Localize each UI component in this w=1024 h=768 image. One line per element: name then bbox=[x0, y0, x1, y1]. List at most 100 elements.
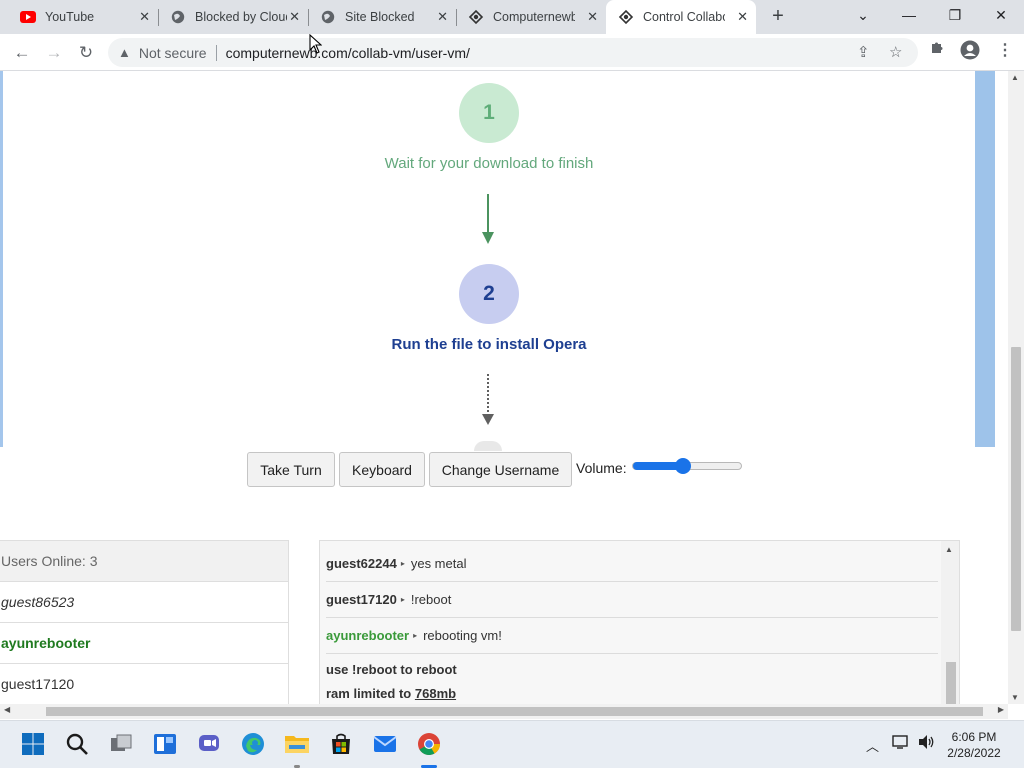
more-menu-icon[interactable]: ⋮ bbox=[997, 40, 1013, 60]
divider bbox=[215, 44, 217, 61]
warning-triangle-icon[interactable]: ▲ bbox=[118, 45, 131, 60]
new-tab-plus-icon[interactable]: + bbox=[766, 5, 790, 28]
arrow-down-solid-head bbox=[482, 232, 494, 244]
globe-icon bbox=[320, 9, 336, 25]
tab-title: Computernewb bbox=[493, 10, 575, 24]
system-message: use !reboot to reboot bbox=[326, 662, 457, 677]
microsoft-store-icon[interactable] bbox=[328, 731, 354, 757]
reload-icon[interactable]: ↻ bbox=[74, 41, 98, 65]
tab-blocked-cloudflare[interactable]: Blocked by Cloudflare ✕ bbox=[158, 0, 309, 34]
scroll-right-arrow-icon[interactable]: ▶ bbox=[998, 705, 1004, 714]
step3-circle-partial bbox=[474, 441, 502, 451]
omnibox[interactable]: ▲ Not secure computernewb.com/collab-vm/… bbox=[108, 38, 918, 67]
page-horizontal-scrollbar[interactable]: ◀ ▶ bbox=[0, 704, 1008, 719]
forward-arrow-icon[interactable]: → bbox=[42, 41, 66, 65]
close-tab-icon[interactable]: ✕ bbox=[737, 9, 748, 25]
change-username-button[interactable]: Change Username bbox=[429, 452, 572, 487]
chat-scrollbar[interactable]: ▲ bbox=[941, 541, 959, 704]
chat-message: guest62244 ▸ yes metal bbox=[326, 546, 938, 582]
share-icon[interactable]: ⇪ bbox=[857, 43, 870, 61]
tab-computernewb[interactable]: Computernewb ✕ bbox=[456, 0, 606, 34]
user-list-item[interactable]: guest86523 bbox=[0, 582, 288, 623]
scroll-up-arrow-icon[interactable]: ▲ bbox=[945, 545, 953, 554]
tab-site-blocked[interactable]: Site Blocked ✕ bbox=[308, 0, 457, 34]
windows-start-icon[interactable] bbox=[20, 731, 46, 757]
clock-time: 6:06 PM bbox=[951, 730, 997, 744]
widgets-icon[interactable] bbox=[152, 731, 178, 757]
keyboard-button[interactable]: Keyboard bbox=[339, 452, 425, 487]
profile-avatar-icon[interactable] bbox=[960, 40, 980, 65]
page-content: 1 Wait for your download to finish 2 Run… bbox=[0, 71, 1008, 704]
system-message: ram limited to 768mb bbox=[326, 686, 456, 701]
toolbar: ← → ↻ ▲ Not secure computernewb.com/coll… bbox=[0, 34, 1024, 71]
show-hidden-icons-chevron-icon[interactable]: ︿ bbox=[866, 736, 879, 755]
bookmark-star-icon[interactable]: ☆ bbox=[889, 43, 902, 61]
computernewb-icon bbox=[468, 9, 484, 25]
chat-text: rebooting vm! bbox=[423, 628, 502, 643]
clock-date: 2/28/2022 bbox=[947, 746, 1001, 760]
scroll-down-arrow-icon[interactable]: ▼ bbox=[1011, 693, 1019, 702]
volume-label: Volume: bbox=[576, 460, 627, 476]
chat-username[interactable]: ayunrebooter bbox=[326, 628, 409, 643]
file-explorer-icon[interactable] bbox=[284, 731, 310, 757]
edge-browser-icon[interactable] bbox=[240, 731, 266, 757]
mail-icon[interactable] bbox=[372, 731, 398, 757]
chat-username[interactable]: guest62244 bbox=[326, 556, 397, 571]
security-label[interactable]: Not secure bbox=[139, 45, 207, 61]
chat-panel[interactable]: guest62244 ▸ yes metal guest17120 ▸ !reb… bbox=[319, 540, 960, 704]
tab-youtube[interactable]: YouTube ✕ bbox=[8, 0, 159, 34]
chat-scroll-thumb[interactable] bbox=[946, 662, 956, 704]
globe-icon bbox=[170, 9, 186, 25]
page-scroll-thumb[interactable] bbox=[1011, 347, 1021, 631]
scroll-up-arrow-icon[interactable]: ▲ bbox=[1011, 73, 1019, 82]
close-tab-icon[interactable]: ✕ bbox=[587, 9, 598, 25]
user-list-item[interactable]: ayunrebooter bbox=[0, 623, 288, 664]
chrome-browser-icon[interactable] bbox=[416, 731, 442, 757]
page-hscroll-thumb[interactable] bbox=[46, 707, 983, 716]
computernewb-icon bbox=[618, 9, 634, 25]
system-clock[interactable]: 6:06 PM 2/28/2022 bbox=[944, 729, 1004, 761]
chat-username[interactable]: guest17120 bbox=[326, 592, 397, 607]
chat-text: !reboot bbox=[410, 592, 452, 607]
tab-title: Control Collaborative bbox=[643, 10, 725, 24]
arrow-down-dotted-head bbox=[482, 414, 494, 425]
scroll-left-arrow-icon[interactable]: ◀ bbox=[4, 705, 10, 714]
page-vertical-scrollbar[interactable]: ▲ ▼ bbox=[1008, 71, 1024, 704]
close-tab-icon[interactable]: ✕ bbox=[437, 9, 448, 25]
youtube-icon bbox=[20, 9, 36, 25]
arrow-down-dotted bbox=[487, 374, 489, 412]
tab-title: Blocked by Cloudflare bbox=[195, 10, 287, 24]
volume-slider-thumb[interactable] bbox=[674, 458, 691, 474]
caret-right-icon: ▸ bbox=[413, 631, 418, 640]
users-online-panel: Users Online: 3 guest86523 ayunrebooter … bbox=[0, 540, 289, 704]
volume-speaker-icon[interactable] bbox=[918, 734, 936, 753]
tab-control-collab[interactable]: Control Collaborative ✕ bbox=[606, 0, 756, 34]
close-window-icon[interactable]: ✕ bbox=[978, 0, 1024, 30]
close-tab-icon[interactable]: ✕ bbox=[139, 9, 150, 25]
minimize-icon[interactable]: — bbox=[886, 0, 932, 30]
close-tab-icon[interactable]: ✕ bbox=[289, 9, 300, 25]
caret-right-icon: ▸ bbox=[400, 595, 405, 604]
tab-search-chevron-icon[interactable]: ⌄ bbox=[840, 0, 886, 30]
user-list-item[interactable]: guest17120 bbox=[0, 664, 288, 704]
windows-taskbar: ︿ 6:06 PM 2/28/2022 bbox=[0, 720, 1024, 768]
url-text[interactable]: computernewb.com/collab-vm/user-vm/ bbox=[226, 45, 470, 61]
restore-icon[interactable]: ❐ bbox=[932, 0, 978, 30]
ram-link[interactable]: 768mb bbox=[415, 686, 456, 701]
search-icon[interactable] bbox=[64, 731, 90, 757]
step2-text: Run the file to install Opera bbox=[391, 336, 587, 353]
arrow-down-solid bbox=[487, 194, 489, 234]
mouse-pointer-icon bbox=[309, 33, 323, 57]
task-view-icon[interactable] bbox=[108, 731, 134, 757]
users-online-header: Users Online: 3 bbox=[0, 541, 288, 582]
teams-chat-icon[interactable] bbox=[196, 731, 222, 757]
extensions-puzzle-icon[interactable] bbox=[929, 40, 945, 61]
vm-screen[interactable]: 1 Wait for your download to finish 2 Run… bbox=[0, 71, 1008, 451]
take-turn-button[interactable]: Take Turn bbox=[247, 452, 335, 487]
volume-slider[interactable] bbox=[632, 458, 742, 474]
vm-side-bar bbox=[975, 71, 995, 447]
step2-circle: 2 bbox=[459, 264, 519, 324]
back-arrow-icon[interactable]: ← bbox=[10, 41, 34, 65]
caret-right-icon: ▸ bbox=[400, 559, 405, 568]
network-icon[interactable] bbox=[892, 734, 910, 753]
